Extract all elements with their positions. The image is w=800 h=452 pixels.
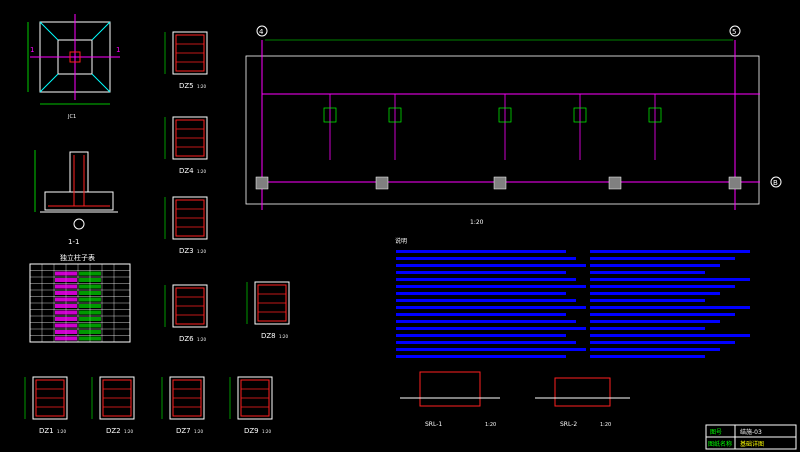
detail-name: DZ1 <box>39 427 54 435</box>
section-label: 1-1 <box>68 238 79 246</box>
table-title: 独立柱子表 <box>60 253 95 262</box>
detail-dz3: DZ3 1:20 <box>164 196 208 255</box>
cad-drawing: 1 1 JC1 1-1 独立柱子表 DZ5 1:20DZ4 1:20DZ3 1:20D… <box>24 14 797 450</box>
foundation-title: JC1 <box>67 114 76 120</box>
section-1-1: 1-1 <box>34 150 118 246</box>
notes-title: 说明 <box>395 237 407 245</box>
detail-dz5: DZ5 1:20 <box>164 31 208 90</box>
detail-name: DZ5 <box>179 82 194 90</box>
title-block: 图号 结施-03 图纸名称 基础详图 <box>705 424 797 450</box>
detail-name: DZ2 <box>106 427 121 435</box>
detail-dz9: DZ9 1:20 <box>229 376 273 435</box>
axis-left: 4 <box>259 28 264 36</box>
svg-text:图号: 图号 <box>710 429 722 436</box>
detail-scale: 1:20 <box>262 429 271 434</box>
foundation-layout-plan: 4 5 B 1:20 <box>245 25 782 226</box>
detail-scale: 1:20 <box>57 429 66 434</box>
detail-name: DZ4 <box>179 167 194 175</box>
svg-text:1:20: 1:20 <box>485 422 496 428</box>
detail-scale: 1:20 <box>197 337 206 342</box>
detail-dz4: DZ4 1:20 <box>164 116 208 175</box>
svg-text:结施-03: 结施-03 <box>740 428 762 436</box>
svg-text:1: 1 <box>30 46 34 54</box>
detail-name: DZ8 <box>261 332 276 340</box>
detail-name: DZ9 <box>244 427 259 435</box>
detail-scale: 1:20 <box>197 84 206 89</box>
svg-text:基础详图: 基础详图 <box>740 440 764 448</box>
beam-sections: SRL-1 1:20 SRL-2 1:20 <box>400 371 630 428</box>
general-notes: 说明 <box>395 237 750 358</box>
detail-dz1: DZ1 1:20 <box>24 376 68 435</box>
detail-dz7: DZ7 1:20 <box>161 376 205 435</box>
detail-scale: 1:20 <box>279 334 288 339</box>
section-srl1: SRL-1 <box>425 421 442 428</box>
detail-name: DZ7 <box>176 427 191 435</box>
detail-dz2: DZ2 1:20 <box>91 376 135 435</box>
axis-bottom: B <box>773 179 778 187</box>
detail-scale: 1:20 <box>194 429 203 434</box>
detail-scale: 1:20 <box>197 169 206 174</box>
detail-name: DZ3 <box>179 247 194 255</box>
plan-scale: 1:20 <box>470 219 484 226</box>
detail-scale: 1:20 <box>124 429 133 434</box>
detail-dz6: DZ6 1:20 <box>164 284 208 343</box>
section-srl2: SRL-2 <box>560 421 577 428</box>
detail-name: DZ6 <box>179 335 194 343</box>
foundation-plan: 1 1 JC1 <box>27 14 120 120</box>
column-table: 独立柱子表 <box>29 253 131 343</box>
svg-text:图纸名称: 图纸名称 <box>708 440 732 448</box>
axis-right: 5 <box>732 28 736 36</box>
svg-text:1: 1 <box>116 46 120 54</box>
svg-text:1:20: 1:20 <box>600 422 611 428</box>
detail-scale: 1:20 <box>197 249 206 254</box>
detail-dz8: DZ8 1:20 <box>246 281 290 340</box>
